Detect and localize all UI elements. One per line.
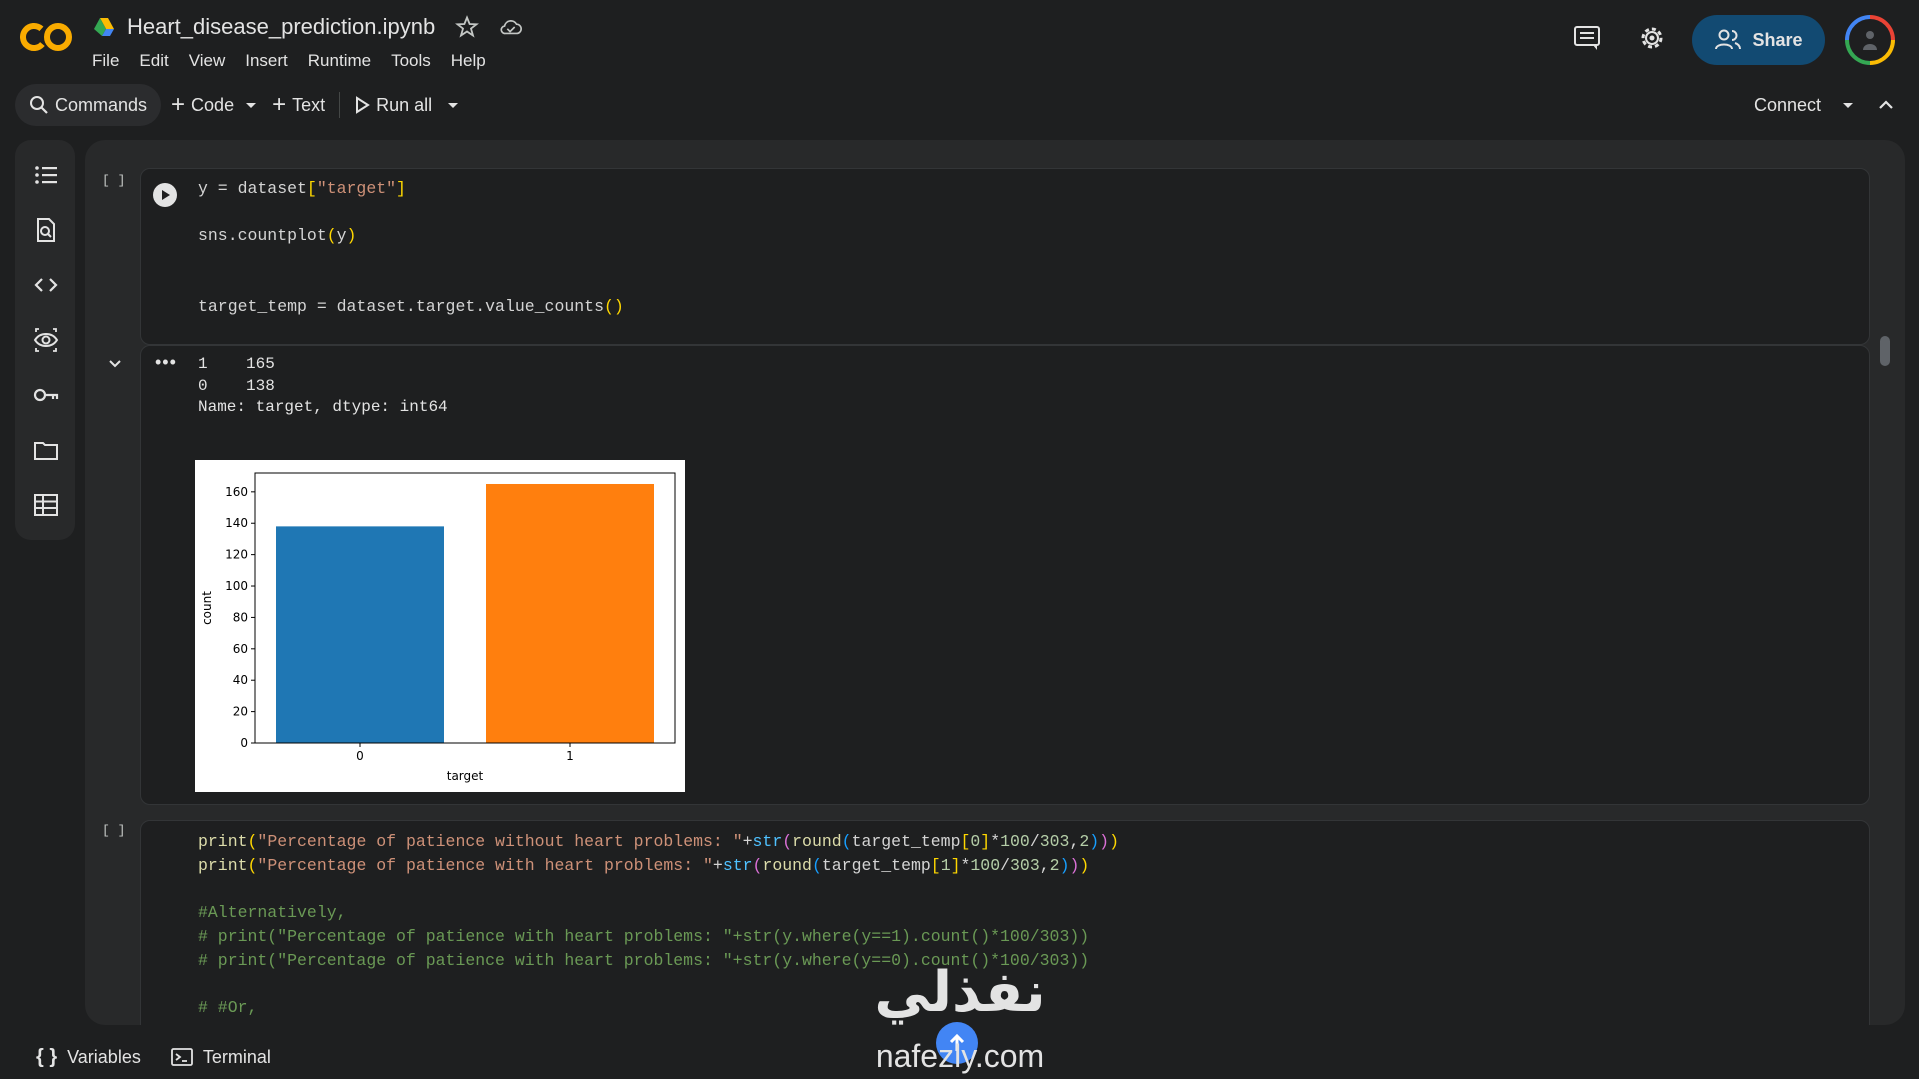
- menu-runtime[interactable]: Runtime: [298, 51, 381, 71]
- menu-edit[interactable]: Edit: [129, 51, 178, 71]
- y-tick-label: 40: [233, 673, 248, 687]
- cell-execution-count: [ ]: [102, 173, 126, 188]
- y-tick-label: 120: [225, 548, 248, 562]
- share-button[interactable]: Share: [1692, 15, 1825, 65]
- code-dropdown-caret-icon[interactable]: [240, 95, 262, 115]
- text-label: Text: [292, 94, 326, 115]
- countplot-chart: 0 1 0 20 40 60 80 100 120 140 160 target count: [195, 460, 685, 792]
- menu-file[interactable]: File: [92, 51, 129, 71]
- menu-view[interactable]: View: [179, 51, 236, 71]
- left-sidebar: [15, 140, 75, 540]
- braces-icon: { }: [36, 1045, 58, 1068]
- notebook-scrollbar[interactable]: [1880, 336, 1890, 366]
- code-line: print("Percentage of patience with heart…: [198, 856, 1090, 875]
- connect-button[interactable]: Connect: [1754, 95, 1821, 116]
- output-text: 1 165 0 138 Name: target, dtype: int64: [198, 355, 448, 416]
- find-in-file-icon[interactable]: [33, 217, 59, 243]
- code-line: target_temp = dataset.target.value_count…: [198, 297, 624, 316]
- code-line: y = dataset["target"]: [198, 179, 406, 198]
- y-axis-label: count: [200, 591, 214, 625]
- code-label: Code: [191, 94, 235, 115]
- run-cell-button[interactable]: [153, 183, 177, 207]
- y-tick-label: 80: [233, 610, 248, 624]
- share-label: Share: [1752, 29, 1803, 50]
- x-axis-label: target: [447, 769, 484, 783]
- people-icon: [1715, 29, 1742, 50]
- commands-button[interactable]: Commands: [15, 84, 162, 126]
- chart-canvas: 0 1020406080100120140160targetcount: [200, 472, 676, 783]
- menu-help[interactable]: Help: [441, 51, 496, 71]
- y-tick-label: 0: [240, 736, 248, 750]
- code-line: # #Or,: [198, 998, 258, 1017]
- add-code-button[interactable]: + Code: [161, 84, 244, 126]
- google-drive-icon: [94, 18, 114, 36]
- app-header: Heart_disease_prediction.ipynb File Edit…: [0, 0, 1919, 80]
- settings-gear-icon[interactable]: [1636, 22, 1668, 54]
- terminal-icon: [170, 1048, 193, 1066]
- play-icon: [162, 190, 170, 200]
- y-tick-label: 160: [225, 485, 248, 499]
- variables-label: Variables: [67, 1046, 141, 1067]
- menu-bar: File Edit View Insert Runtime Tools Help: [92, 51, 496, 71]
- files-folder-icon[interactable]: [33, 437, 59, 463]
- data-table-icon[interactable]: [33, 492, 59, 518]
- menu-tools[interactable]: Tools: [381, 51, 441, 71]
- commands-label: Commands: [55, 94, 148, 115]
- y-tick-label: 100: [225, 579, 248, 593]
- secrets-eye-icon[interactable]: [33, 327, 59, 353]
- bar-1: [486, 483, 654, 743]
- notebook-title[interactable]: Heart_disease_prediction.ipynb: [127, 14, 435, 40]
- code-line: print("Percentage of patience without he…: [198, 832, 1119, 851]
- plus-icon: +: [272, 91, 287, 118]
- cell-execution-count: [ ]: [102, 823, 126, 838]
- cloud-saved-icon[interactable]: [499, 15, 523, 39]
- comments-icon[interactable]: [1571, 22, 1603, 54]
- y-tick-label: 20: [233, 705, 248, 719]
- notebook-area: [ ] y = dataset["target"] sns.countplot(…: [85, 140, 1905, 1025]
- y-tick-label: 140: [225, 516, 248, 530]
- search-icon: [30, 96, 48, 114]
- table-of-contents-icon[interactable]: [33, 162, 59, 188]
- toolbar-divider: [339, 92, 341, 118]
- nafezly-watermark: نفذلي nafezly.com: [850, 960, 1070, 1075]
- connect-dropdown-caret-icon[interactable]: [1837, 95, 1859, 115]
- play-icon: [356, 96, 370, 114]
- code-line: # print("Percentage of patience with hea…: [198, 927, 1090, 946]
- plus-icon: +: [171, 91, 186, 118]
- notebook-toolbar: Commands + Code + Text Run all Connect: [15, 82, 1905, 128]
- key-icon[interactable]: [33, 382, 59, 408]
- run-all-label: Run all: [376, 94, 433, 115]
- terminal-button[interactable]: Terminal: [170, 1046, 271, 1068]
- user-avatar-icon: [1863, 31, 1877, 50]
- x-tick-label: 0: [356, 749, 364, 763]
- code-line: #Alternatively,: [198, 903, 347, 922]
- account-avatar[interactable]: [1845, 15, 1895, 65]
- run-all-button[interactable]: Run all: [344, 84, 442, 126]
- code-line: sns.countplot(y): [198, 226, 357, 245]
- bar-0: [276, 526, 444, 743]
- watermark-arabic: نفذلي: [874, 960, 1046, 1025]
- colab-logo[interactable]: [20, 20, 74, 54]
- collapse-chevron-up-icon[interactable]: [1875, 95, 1897, 115]
- output-actions-icon[interactable]: •••: [155, 352, 177, 373]
- x-tick-label: 1: [566, 749, 574, 763]
- collapse-output-chevron-icon[interactable]: [107, 358, 123, 370]
- star-icon[interactable]: [455, 15, 480, 39]
- variables-button[interactable]: { } Variables: [36, 1046, 141, 1069]
- y-tick-label: 60: [233, 642, 248, 656]
- menu-insert[interactable]: Insert: [235, 51, 298, 71]
- add-text-button[interactable]: + Text: [262, 84, 335, 126]
- watermark-latin: nafezly.com: [875, 1038, 1045, 1074]
- code-cell-1[interactable]: y = dataset["target"] sns.countplot(y) t…: [140, 168, 1870, 363]
- code-snippets-icon[interactable]: [33, 272, 59, 298]
- terminal-label: Terminal: [202, 1046, 271, 1067]
- run-all-dropdown-caret-icon[interactable]: [442, 95, 464, 115]
